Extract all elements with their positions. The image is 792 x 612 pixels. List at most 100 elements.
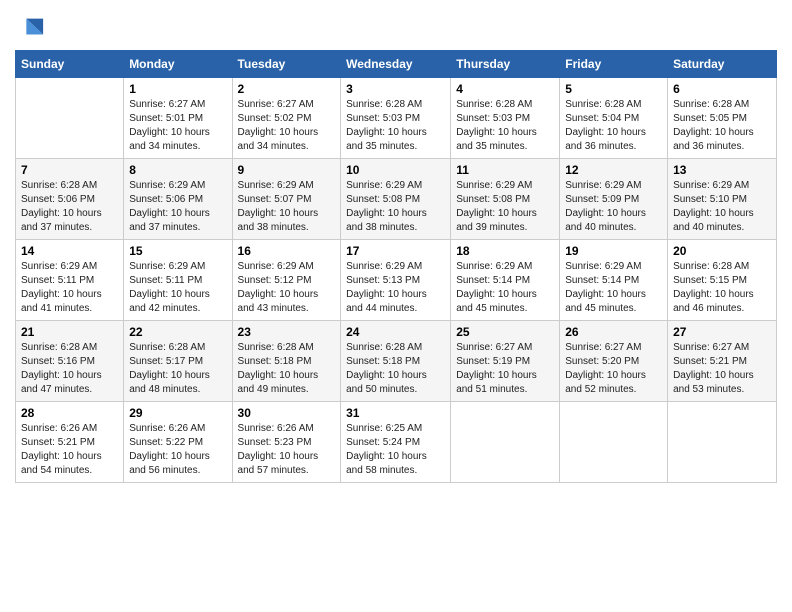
day-number: 2 (238, 82, 336, 96)
day-number: 26 (565, 325, 662, 339)
day-cell (16, 78, 124, 159)
day-number: 5 (565, 82, 662, 96)
day-info: Sunrise: 6:27 AMSunset: 5:20 PMDaylight:… (565, 341, 662, 397)
day-cell: 1 Sunrise: 6:27 AMSunset: 5:01 PMDaylight… (124, 78, 232, 159)
logo-icon (17, 14, 45, 42)
day-number: 18 (456, 244, 554, 258)
day-cell: 9Sunrise: 6:29 AMSunset: 5:07 PMDaylight… (232, 159, 341, 240)
day-number: 22 (129, 325, 226, 339)
day-number: 20 (673, 244, 771, 258)
day-info: Sunrise: 6:29 AMSunset: 5:10 PMDaylight:… (673, 179, 771, 235)
day-number: 31 (346, 406, 445, 420)
day-info: Sunrise: 6:29 AMSunset: 5:11 PMDaylight:… (21, 260, 118, 316)
day-info: Sunrise: 6:29 AMSunset: 5:13 PMDaylight:… (346, 260, 445, 316)
col-header-wednesday: Wednesday (341, 51, 451, 78)
day-info: Sunrise: 6:27 AMSunset: 5:19 PMDaylight:… (456, 341, 554, 397)
day-cell: 30 Sunrise: 6:26 AMSunset: 5:23 PMDayligh… (232, 402, 341, 483)
day-number: 16 (238, 244, 336, 258)
day-number: 24 (346, 325, 445, 339)
week-row-2: 7 Sunrise: 6:28 AMSunset: 5:06 PMDaylight… (16, 159, 777, 240)
day-number: 17 (346, 244, 445, 258)
day-info: Sunrise: 6:26 AMSunset: 5:22 PMDaylight:… (129, 422, 226, 478)
day-info: Sunrise: 6:27 AMSunset: 5:02 PMDaylight:… (238, 98, 336, 154)
day-cell: 8 Sunrise: 6:29 AMSunset: 5:06 PMDaylight… (124, 159, 232, 240)
day-info: Sunrise: 6:28 AMSunset: 5:17 PMDaylight:… (129, 341, 226, 397)
day-info: Sunrise: 6:27 AMSunset: 5:21 PMDaylight:… (673, 341, 771, 397)
day-info: Sunrise: 6:29 AMSunset: 5:08 PMDaylight:… (346, 179, 445, 235)
day-number: 27 (673, 325, 771, 339)
day-cell (451, 402, 560, 483)
logo (15, 14, 45, 42)
day-number: 23 (238, 325, 336, 339)
col-header-tuesday: Tuesday (232, 51, 341, 78)
calendar-table: SundayMondayTuesdayWednesdayThursdayFrid… (15, 50, 777, 483)
day-info: Sunrise: 6:29 AMSunset: 5:14 PMDaylight:… (456, 260, 554, 316)
day-cell: 29 Sunrise: 6:26 AMSunset: 5:22 PMDayligh… (124, 402, 232, 483)
day-info: Sunrise: 6:28 AMSunset: 5:16 PMDaylight:… (21, 341, 118, 397)
day-cell: 5 Sunrise: 6:28 AMSunset: 5:04 PMDaylight… (560, 78, 668, 159)
day-info: Sunrise: 6:29 AMSunset: 5:11 PMDaylight:… (129, 260, 226, 316)
day-number: 21 (21, 325, 118, 339)
day-number: 12 (565, 163, 662, 177)
day-cell: 19 Sunrise: 6:29 AMSunset: 5:14 PMDayligh… (560, 240, 668, 321)
day-cell: 23Sunrise: 6:28 AMSunset: 5:18 PMDayligh… (232, 321, 341, 402)
day-info: Sunrise: 6:29 AMSunset: 5:08 PMDaylight:… (456, 179, 554, 235)
day-cell: 14 Sunrise: 6:29 AMSunset: 5:11 PMDayligh… (16, 240, 124, 321)
day-number: 28 (21, 406, 118, 420)
day-number: 30 (238, 406, 336, 420)
col-header-sunday: Sunday (16, 51, 124, 78)
day-info: Sunrise: 6:28 AMSunset: 5:04 PMDaylight:… (565, 98, 662, 154)
day-cell: 18 Sunrise: 6:29 AMSunset: 5:14 PMDayligh… (451, 240, 560, 321)
day-info: Sunrise: 6:29 AMSunset: 5:06 PMDaylight:… (129, 179, 226, 235)
day-cell: 25 Sunrise: 6:27 AMSunset: 5:19 PMDayligh… (451, 321, 560, 402)
col-header-thursday: Thursday (451, 51, 560, 78)
day-number: 4 (456, 82, 554, 96)
header (15, 10, 777, 42)
day-cell: 15Sunrise: 6:29 AMSunset: 5:11 PMDayligh… (124, 240, 232, 321)
day-cell: 6 Sunrise: 6:28 AMSunset: 5:05 PMDaylight… (668, 78, 777, 159)
day-info: Sunrise: 6:28 AMSunset: 5:03 PMDaylight:… (346, 98, 445, 154)
day-info: Sunrise: 6:29 AMSunset: 5:09 PMDaylight:… (565, 179, 662, 235)
day-info: Sunrise: 6:28 AMSunset: 5:06 PMDaylight:… (21, 179, 118, 235)
day-cell: 20 Sunrise: 6:28 AMSunset: 5:15 PMDayligh… (668, 240, 777, 321)
day-info: Sunrise: 6:29 AMSunset: 5:12 PMDaylight:… (238, 260, 336, 316)
day-number: 13 (673, 163, 771, 177)
day-cell: 16 Sunrise: 6:29 AMSunset: 5:12 PMDayligh… (232, 240, 341, 321)
day-cell (560, 402, 668, 483)
day-cell: 11 Sunrise: 6:29 AMSunset: 5:08 PMDayligh… (451, 159, 560, 240)
day-info: Sunrise: 6:28 AMSunset: 5:18 PMDaylight:… (346, 341, 445, 397)
day-info: Sunrise: 6:25 AMSunset: 5:24 PMDaylight:… (346, 422, 445, 478)
day-number: 29 (129, 406, 226, 420)
week-row-3: 14 Sunrise: 6:29 AMSunset: 5:11 PMDayligh… (16, 240, 777, 321)
col-header-monday: Monday (124, 51, 232, 78)
day-info: Sunrise: 6:27 AMSunset: 5:01 PMDaylight:… (129, 98, 226, 154)
day-cell: 28 Sunrise: 6:26 AMSunset: 5:21 PMDayligh… (16, 402, 124, 483)
day-number: 19 (565, 244, 662, 258)
day-cell: 17 Sunrise: 6:29 AMSunset: 5:13 PMDayligh… (341, 240, 451, 321)
day-number: 14 (21, 244, 118, 258)
day-number: 1 (129, 82, 226, 96)
page-container: SundayMondayTuesdayWednesdayThursdayFrid… (0, 0, 792, 493)
day-number: 8 (129, 163, 226, 177)
day-number: 25 (456, 325, 554, 339)
day-info: Sunrise: 6:26 AMSunset: 5:23 PMDaylight:… (238, 422, 336, 478)
day-cell: 21 Sunrise: 6:28 AMSunset: 5:16 PMDayligh… (16, 321, 124, 402)
day-cell (668, 402, 777, 483)
day-cell: 3Sunrise: 6:28 AMSunset: 5:03 PMDaylight… (341, 78, 451, 159)
day-number: 7 (21, 163, 118, 177)
day-info: Sunrise: 6:29 AMSunset: 5:07 PMDaylight:… (238, 179, 336, 235)
day-info: Sunrise: 6:26 AMSunset: 5:21 PMDaylight:… (21, 422, 118, 478)
week-row-1: 1 Sunrise: 6:27 AMSunset: 5:01 PMDaylight… (16, 78, 777, 159)
day-cell: 22 Sunrise: 6:28 AMSunset: 5:17 PMDayligh… (124, 321, 232, 402)
day-number: 6 (673, 82, 771, 96)
day-cell: 2 Sunrise: 6:27 AMSunset: 5:02 PMDaylight… (232, 78, 341, 159)
day-number: 10 (346, 163, 445, 177)
day-cell: 7 Sunrise: 6:28 AMSunset: 5:06 PMDaylight… (16, 159, 124, 240)
day-info: Sunrise: 6:28 AMSunset: 5:03 PMDaylight:… (456, 98, 554, 154)
day-info: Sunrise: 6:28 AMSunset: 5:05 PMDaylight:… (673, 98, 771, 154)
week-row-5: 28 Sunrise: 6:26 AMSunset: 5:21 PMDayligh… (16, 402, 777, 483)
day-info: Sunrise: 6:29 AMSunset: 5:14 PMDaylight:… (565, 260, 662, 316)
day-info: Sunrise: 6:28 AMSunset: 5:15 PMDaylight:… (673, 260, 771, 316)
day-number: 11 (456, 163, 554, 177)
day-cell: 26 Sunrise: 6:27 AMSunset: 5:20 PMDayligh… (560, 321, 668, 402)
